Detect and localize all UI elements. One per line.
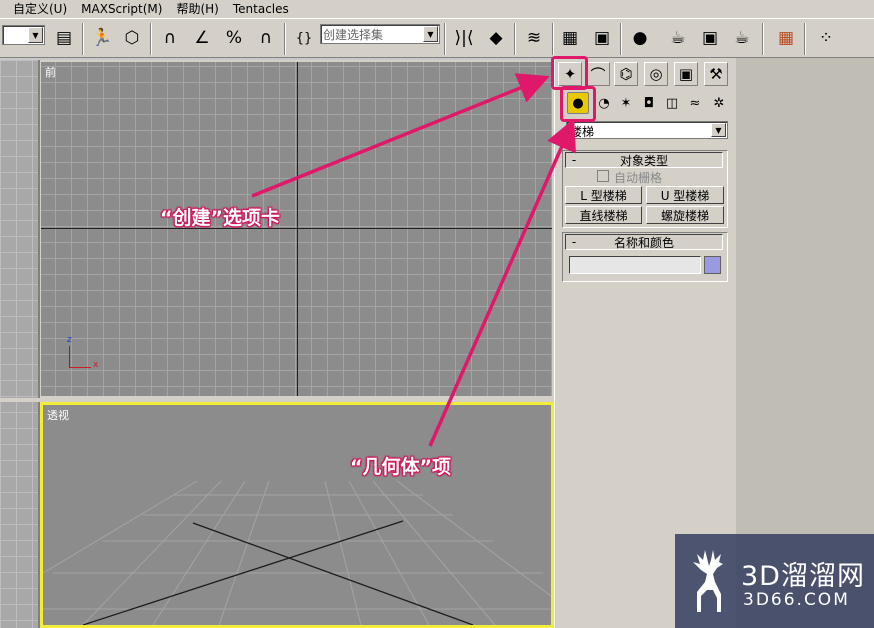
left-grid-strip [0, 60, 40, 628]
selection-set-combo[interactable]: 创建选择集 ▼ [320, 24, 440, 44]
utilities-tab-icon[interactable]: ⚒ [704, 62, 728, 86]
angle-snap-icon[interactable]: ∠ [188, 23, 216, 53]
rollout-title: 名称和颜色 [613, 235, 674, 250]
quick-render-icon[interactable]: ☕ [728, 23, 756, 53]
subcategory-dropdown[interactable]: 楼梯 ▼ [566, 121, 728, 139]
geometry-highlight [560, 86, 596, 122]
viewport-divider [0, 398, 40, 402]
shapes-category-icon[interactable]: ◔ [593, 92, 615, 114]
named-selection-icon[interactable]: {} [290, 23, 318, 53]
collapse-icon: - [571, 235, 577, 249]
modify-tab-icon[interactable]: ⌒ [586, 62, 610, 86]
name-field[interactable] [569, 256, 701, 274]
perspective-grid [43, 480, 551, 625]
selection-set-value: 创建选择集 [323, 28, 384, 42]
helpers-category-icon[interactable]: ◫ [661, 92, 683, 114]
motion-tab-icon[interactable]: ◎ [644, 62, 668, 86]
display-tab-icon[interactable]: ▣ [674, 62, 698, 86]
menu-customize[interactable]: 自定义(U) [0, 0, 74, 18]
auto-grid-label: 自动栅格 [614, 171, 663, 185]
menu-help[interactable]: 帮助(H) [169, 0, 225, 18]
grid-icon[interactable]: ▦ [772, 23, 800, 53]
cameras-category-icon[interactable]: ◘ [638, 92, 660, 114]
chevron-down-icon: ▼ [711, 123, 726, 137]
percent-snap-icon[interactable]: % [220, 23, 248, 53]
object-type-rollout-header[interactable]: - 对象类型 [565, 152, 723, 168]
auto-grid-checkbox[interactable] [597, 170, 609, 182]
watermark-brand: 3D溜溜网 [741, 561, 865, 592]
name-color-rollout-header[interactable]: - 名称和颜色 [565, 234, 723, 250]
chevron-down-icon: ▼ [423, 26, 438, 42]
axis-tripod: z x [65, 335, 105, 376]
snap-3d-icon[interactable]: ∩ [156, 23, 184, 53]
grid-axis-vertical [297, 62, 298, 396]
schematic-icon[interactable]: ▣ [588, 23, 616, 53]
mirror-icon[interactable]: ⟩|⟨ [450, 23, 478, 53]
box-icon[interactable]: ⬡ [118, 23, 146, 53]
menu-tentacles[interactable]: Tentacles [226, 0, 296, 18]
l-stairs-button[interactable]: L 型楼梯 [565, 186, 642, 204]
straight-stairs-button[interactable]: 直线楼梯 [565, 206, 642, 224]
rendered-frame-icon[interactable]: ▣ [696, 23, 724, 53]
viewport-label[interactable]: 前 [45, 64, 56, 80]
curve-editor-icon[interactable]: ▦ [556, 23, 584, 53]
create-tab-annotation: “创建”选项卡 [160, 207, 280, 229]
spiral-stairs-button[interactable]: 螺旋楼梯 [646, 206, 724, 224]
subcategory-value: 楼梯 [570, 125, 595, 139]
u-stairs-button[interactable]: U 型楼梯 [646, 186, 724, 204]
collapse-icon: - [571, 153, 577, 167]
axis-x-label: x [93, 360, 99, 370]
menu-maxscript[interactable]: MAXScript(M) [74, 0, 169, 18]
perspective-viewport[interactable]: 透视 [40, 402, 554, 628]
color-swatch[interactable] [704, 256, 721, 274]
walk-icon[interactable]: 🏃 [88, 23, 116, 53]
watermark-url: 3D66.COM [743, 590, 850, 610]
lights-category-icon[interactable]: ✶ [615, 92, 637, 114]
hierarchy-tab-icon[interactable]: ⌬ [614, 62, 638, 86]
menu-bar: 自定义(U) MAXScript(M) 帮助(H) Tentacles [0, 0, 874, 18]
chevron-down-icon: ▼ [28, 27, 43, 43]
geometry-annotation: “几何体”项 [350, 456, 451, 478]
create-tab-highlight [551, 56, 588, 90]
systems-category-icon[interactable]: ✲ [708, 92, 730, 114]
deer-logo-icon [693, 550, 723, 612]
layers-icon[interactable]: ≋ [520, 23, 548, 53]
main-toolbar: ▼ ▤ 🏃 ⬡ ∩ ∠ % ∩ {} 创建选择集 ▼ ⟩|⟨ ◆ ≋ ▦ ▣ ●… [0, 18, 874, 58]
front-viewport[interactable]: 前 z x [40, 60, 554, 398]
material-editor-icon[interactable]: ● [626, 23, 654, 53]
align-icon[interactable]: ◆ [482, 23, 510, 53]
render-frame-icon[interactable]: ▤ [50, 23, 78, 53]
particle-icon[interactable]: ⁘ [812, 23, 840, 53]
rollout-title: 对象类型 [619, 153, 668, 168]
render-setup-icon[interactable]: ☕ [664, 23, 692, 53]
axis-z-label: z [67, 335, 72, 345]
spinner-snap-icon[interactable]: ∩ [252, 23, 280, 53]
space-warps-category-icon[interactable]: ≈ [684, 92, 706, 114]
view-combo[interactable]: ▼ [2, 25, 45, 45]
watermark: 3D溜溜网 3D66.COM [675, 534, 874, 628]
